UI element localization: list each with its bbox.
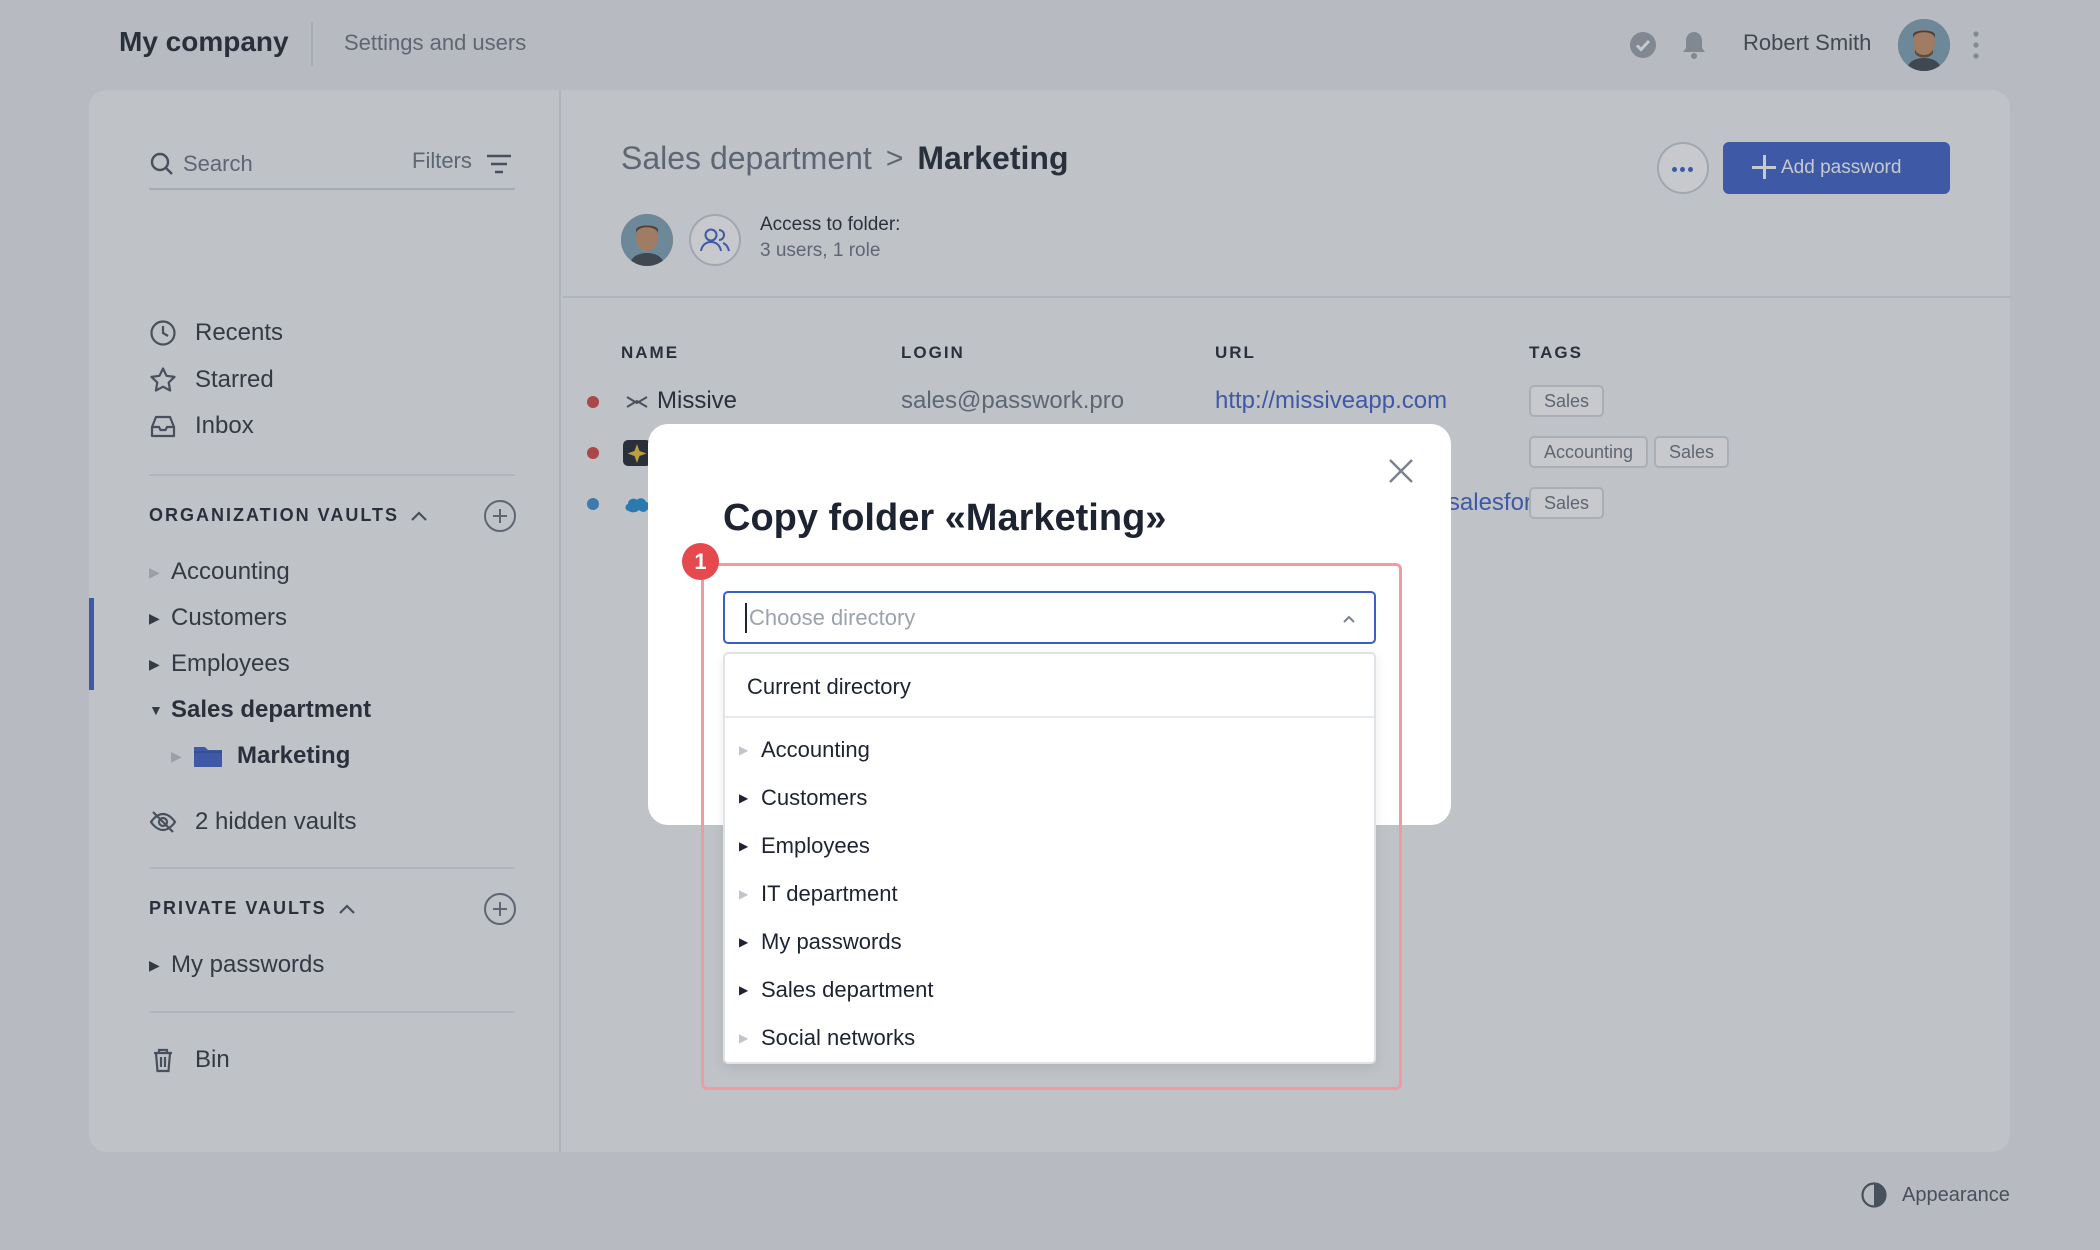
- option-social-networks[interactable]: ▶ Social networks: [739, 1022, 915, 1054]
- dropdown-divider: [725, 716, 1374, 718]
- caret-right-icon[interactable]: ▶: [739, 983, 761, 997]
- modal-title: Copy folder «Marketing»: [723, 497, 1167, 539]
- caret-right-icon: ▶: [739, 743, 749, 757]
- caret-right-icon: ▶: [739, 887, 749, 901]
- option-label: Accounting: [761, 737, 870, 762]
- option-employees[interactable]: ▶ Employees: [739, 830, 870, 862]
- option-label: My passwords: [761, 929, 902, 954]
- option-label: IT department: [761, 881, 898, 906]
- option-label: Sales department: [761, 977, 934, 1002]
- caret-right-icon[interactable]: ▶: [739, 791, 761, 805]
- close-icon[interactable]: [1386, 456, 1416, 486]
- option-label: Employees: [761, 833, 870, 858]
- caret-right-icon[interactable]: ▶: [739, 839, 761, 853]
- option-current-directory[interactable]: Current directory: [747, 674, 911, 700]
- option-label: Customers: [761, 785, 868, 810]
- caret-right-icon: ▶: [739, 1031, 749, 1045]
- option-sales-department[interactable]: ▶ Sales department: [739, 974, 933, 1006]
- step-badge: 1: [682, 543, 719, 580]
- directory-dropdown: Current directory ▶ Accounting ▶ Custome…: [723, 652, 1376, 1064]
- option-it-department[interactable]: ▶ IT department: [739, 878, 898, 910]
- option-customers[interactable]: ▶ Customers: [739, 782, 867, 814]
- option-my-passwords[interactable]: ▶ My passwords: [739, 926, 902, 958]
- caret-right-icon[interactable]: ▶: [739, 935, 761, 949]
- chevron-up-icon[interactable]: [1341, 613, 1357, 625]
- directory-select[interactable]: [723, 591, 1376, 644]
- directory-search-input[interactable]: [745, 603, 1305, 633]
- option-accounting[interactable]: ▶ Accounting: [739, 734, 870, 766]
- option-label: Social networks: [761, 1025, 916, 1050]
